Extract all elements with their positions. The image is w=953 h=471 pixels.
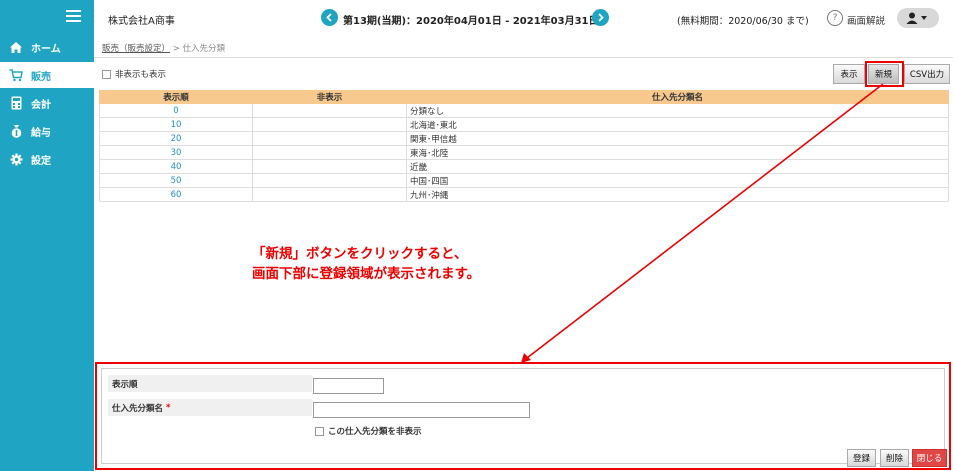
hide-category-label: この仕入先分類を非表示 bbox=[328, 427, 422, 437]
hide-category-toggle[interactable]: この仕入先分類を非表示 bbox=[315, 425, 422, 437]
order-label-text: 表示順 bbox=[112, 379, 138, 390]
name-field-label: 仕入先分類名 * bbox=[108, 399, 312, 416]
order-input[interactable] bbox=[313, 378, 384, 394]
close-button[interactable]: 閉じる bbox=[912, 449, 947, 467]
delete-button[interactable]: 削除 bbox=[880, 449, 909, 467]
required-mark: * bbox=[166, 402, 171, 413]
register-button[interactable]: 登録 bbox=[847, 449, 876, 467]
registration-panel: 表示順 仕入先分類名 * この仕入先分類を非表示 登録 削除 閉じる bbox=[95, 362, 951, 470]
hide-category-checkbox[interactable] bbox=[315, 426, 324, 436]
name-label-text: 仕入先分類名 bbox=[112, 403, 164, 414]
registration-form: 表示順 仕入先分類名 * この仕入先分類を非表示 登録 削除 閉じる bbox=[101, 368, 947, 467]
category-name-input[interactable] bbox=[313, 402, 530, 418]
order-field-label: 表示順 bbox=[108, 375, 312, 392]
